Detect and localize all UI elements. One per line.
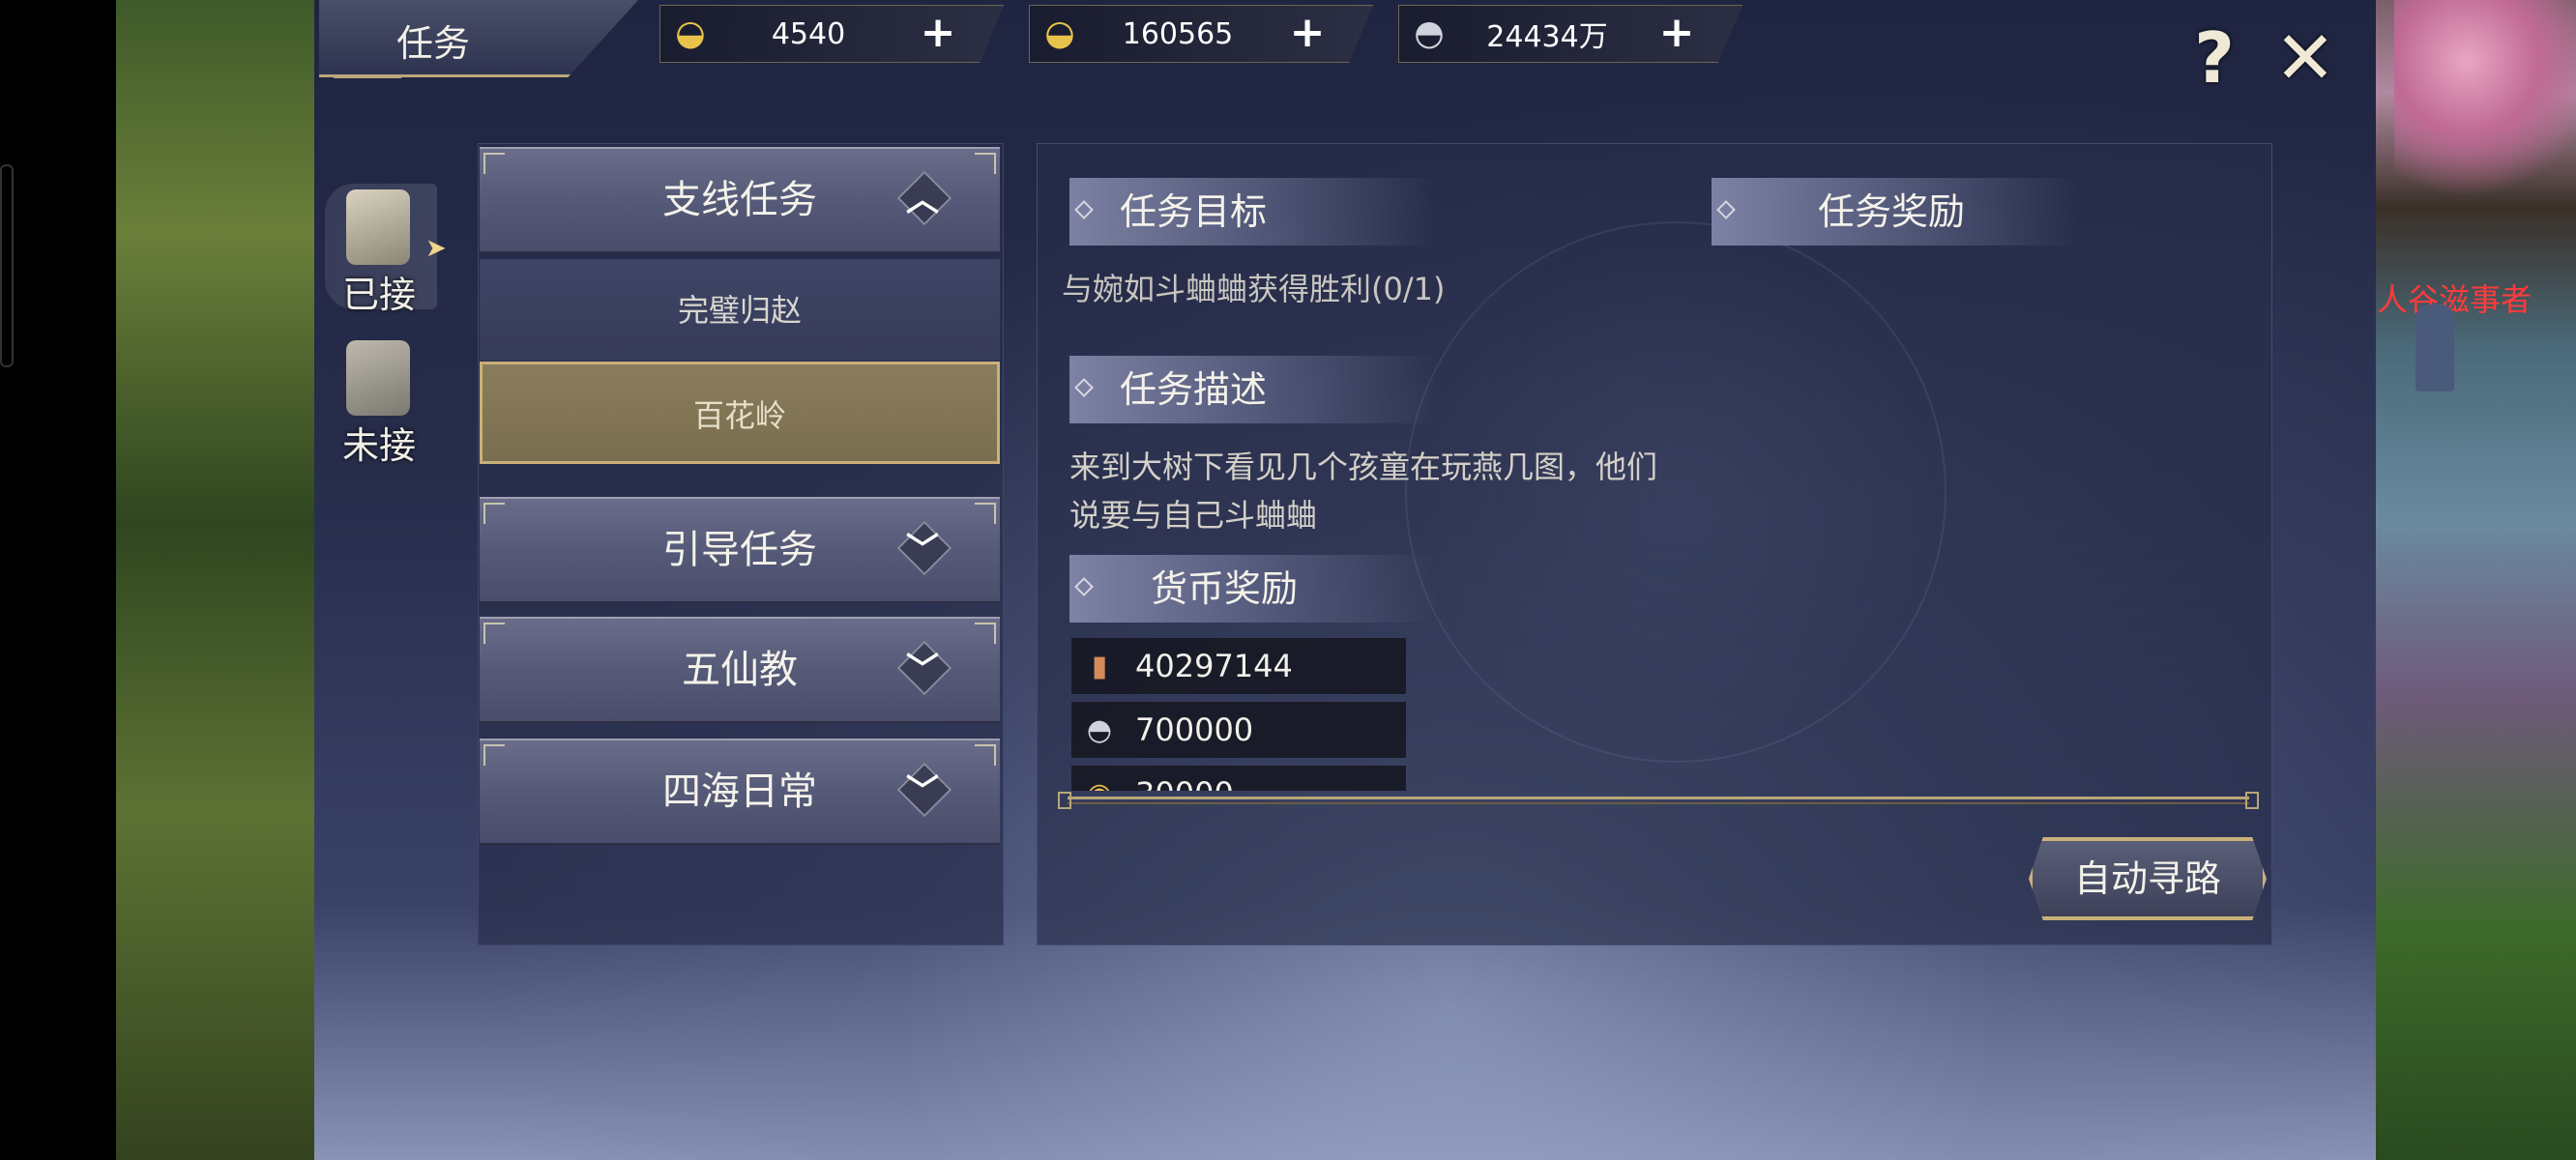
category-sihai-daily[interactable]: 四海日常 ﹀	[480, 739, 1000, 845]
locked-silver-icon: ◓	[1086, 712, 1113, 747]
divider	[1058, 792, 2259, 809]
exp-book-icon: ▮	[1091, 649, 1108, 683]
tab-label: 已接	[342, 274, 417, 316]
reward-value: 40297144	[1135, 648, 1293, 684]
chevron-up-icon: ︿	[895, 176, 950, 224]
help-button[interactable]: ?	[2187, 19, 2241, 97]
device-edge-handle	[0, 164, 14, 367]
add-gold-button[interactable]: +	[919, 12, 957, 54]
category-wuxian-sect[interactable]: 五仙教 ﹀	[480, 617, 1000, 723]
coin-icon: ◉	[1071, 766, 1127, 792]
description-text: 来到大树下看见几个孩童在玩燕几图，他们说要与自己斗蛐蛐	[1069, 449, 1658, 534]
npc-figure[interactable]	[2415, 304, 2454, 392]
currency-reward-header: 货币奖励	[1069, 555, 1437, 623]
header-text: 任务奖励	[1818, 190, 1966, 233]
currency-locked-silver: ◓ 24434万 +	[1398, 5, 1742, 63]
game-scene-right: 人谷滋事者	[2375, 0, 2576, 1160]
reward-header: 任务奖励	[1712, 178, 2079, 246]
page-title: 任务	[396, 22, 471, 65]
quest-detail-panel	[1037, 143, 2272, 945]
currency-value: 4540	[771, 16, 846, 51]
tab-accepted[interactable]: ➤ 已接	[319, 184, 447, 316]
header-text: 任务描述	[1120, 368, 1268, 411]
chevron-down-icon: ﹀	[895, 768, 950, 816]
gold-ingot-icon: ◒	[675, 14, 706, 53]
scroll-bundle-icon	[346, 340, 410, 416]
diamond-icon	[1074, 378, 1094, 397]
list-item-quest-selected[interactable]: 百花岭	[480, 362, 1000, 464]
currency-locked-gold: ◒ 160565 +	[1029, 5, 1373, 63]
scroll-icon	[346, 189, 410, 265]
game-scene-left	[116, 0, 319, 1160]
diamond-icon	[1074, 577, 1094, 596]
reward-value: 30000	[1135, 775, 1234, 791]
locked-silver-icon: ◓	[1414, 14, 1445, 53]
diamond-icon	[1716, 200, 1736, 219]
chevron-right-icon: ➤	[425, 234, 447, 263]
header-text: 货币奖励	[1151, 567, 1299, 610]
chevron-down-icon: ﹀	[895, 526, 950, 574]
add-locked-gold-button[interactable]: +	[1288, 12, 1327, 54]
list-item: ◉ 30000	[1071, 766, 1406, 791]
currency-value: 24434万	[1486, 20, 1608, 54]
objective-text: 与婉如斗蛐蛐获得胜利(0/1)	[1062, 271, 1446, 307]
tab-label: 未接	[342, 424, 417, 467]
add-silver-button[interactable]: +	[1657, 12, 1696, 54]
reward-value: 700000	[1135, 711, 1254, 748]
blossom-tree	[2394, 0, 2576, 203]
list-item-quest[interactable]: 完璧归赵	[480, 259, 1000, 362]
category-guide-quests[interactable]: 引导任务 ﹀	[480, 497, 1000, 603]
list-item: ▮ 40297144	[1071, 638, 1406, 694]
chevron-down-icon: ﹀	[895, 646, 950, 694]
currency-value: 160565	[1122, 16, 1234, 51]
auto-pathfind-button[interactable]: 自动寻路	[2029, 837, 2267, 920]
npc-name-label: 人谷滋事者	[2377, 281, 2532, 318]
close-icon: ✕	[2274, 14, 2336, 101]
description-header: 任务描述	[1069, 356, 1437, 423]
category-branch-quests[interactable]: 支线任务 ︿	[480, 147, 1000, 253]
question-mark-icon: ?	[2194, 17, 2235, 99]
close-button[interactable]: ✕	[2270, 19, 2340, 97]
header-text: 任务目标	[1120, 190, 1268, 233]
objective-header: 任务目标	[1069, 178, 1437, 246]
locked-gold-ingot-icon: ◒	[1044, 14, 1075, 53]
diamond-icon	[1074, 200, 1094, 219]
currency-gold: ◒ 4540 +	[659, 5, 1004, 63]
list-item: ◓ 700000	[1071, 702, 1406, 758]
currency-reward-list[interactable]: ▮ 40297144 ◓ 700000 ◉ 30000	[1071, 638, 1406, 791]
tab-unaccepted[interactable]: 未接	[319, 334, 435, 467]
